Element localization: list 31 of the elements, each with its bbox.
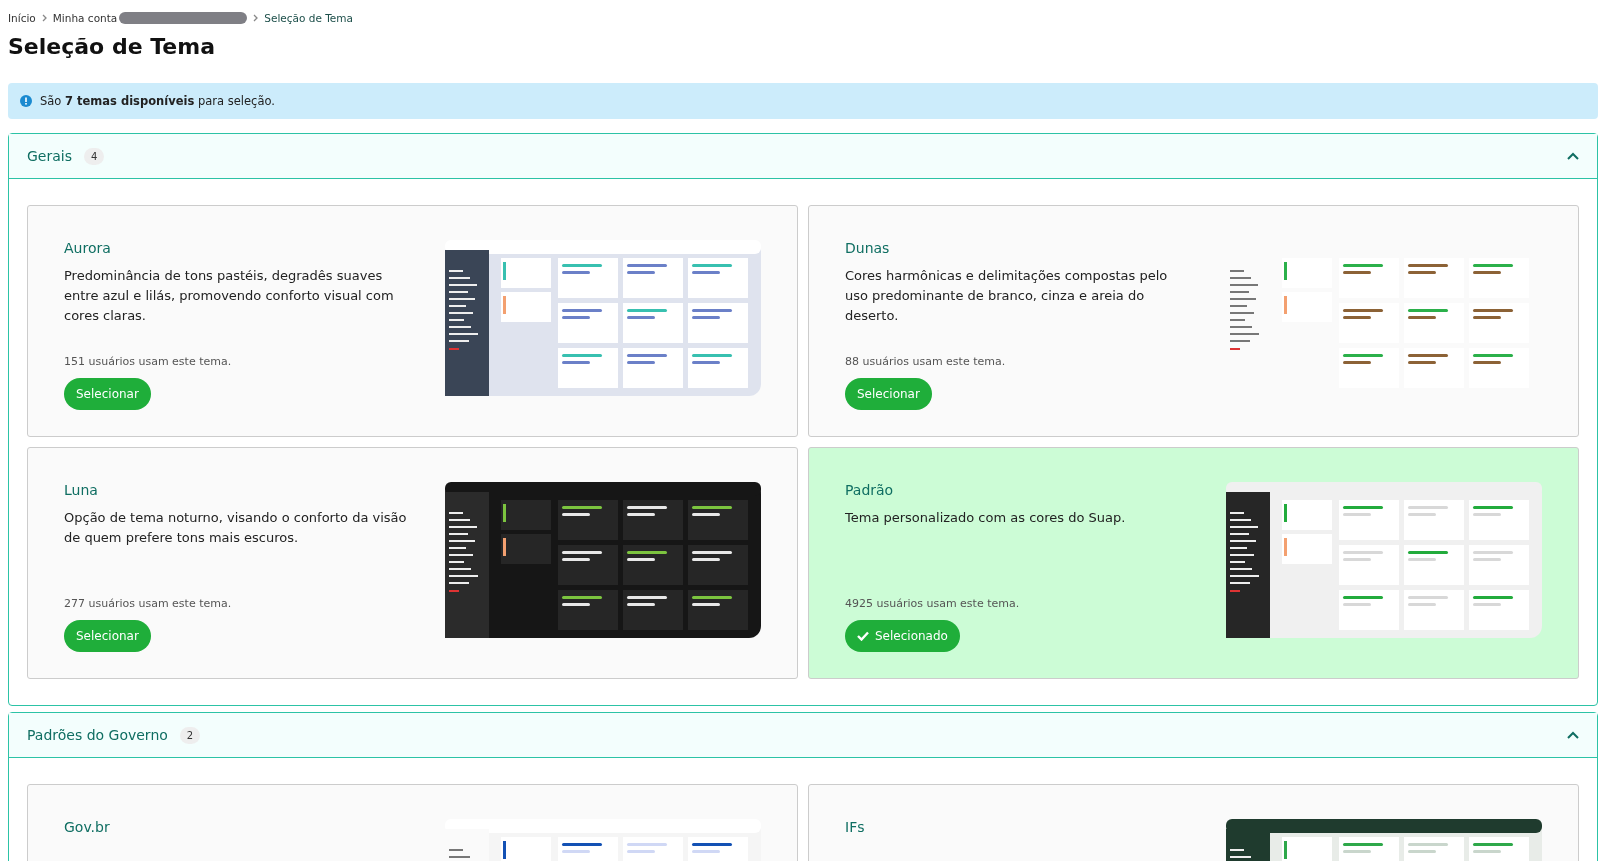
usage-count: 88 usuários usam este tema. — [845, 355, 1007, 368]
theme-description: Opção de tema noturno, visando o conforto da visão de quem prefere tons mais escuros. — [64, 509, 408, 547]
section-title: Gerais — [27, 148, 72, 164]
info-icon — [20, 95, 32, 107]
usage-count: 277 usuários usam este tema. — [64, 597, 233, 610]
theme-name: Aurora — [64, 240, 112, 256]
breadcrumb-link[interactable]: Minha conta — [52, 12, 118, 24]
section-header[interactable]: Gerais 4 — [9, 134, 1597, 179]
theme-name: Padrão — [845, 482, 895, 498]
page-title: Seleção de Tema — [8, 34, 216, 59]
count-badge: 2 — [179, 726, 201, 744]
info-text: São 7 temas disponíveis para seleção. — [40, 94, 275, 108]
theme-description: Predominância de tons pastéis, degradês suaves entre azul e lilás, promovendo conforto visual com cores claras. — [64, 267, 395, 325]
theme-name: IFs — [845, 819, 866, 835]
section-title: Padrões do Governo — [27, 727, 168, 743]
theme-name: Luna — [64, 482, 99, 498]
section-header[interactable]: Padrões do Governo 2 — [9, 713, 1597, 758]
chevron-up-icon[interactable] — [1567, 731, 1579, 739]
usage-count: 4925 usuários usam este tema. — [845, 597, 1021, 610]
check-icon — [857, 631, 869, 641]
breadcrumb-link[interactable]: Início — [8, 12, 36, 24]
theme-description: Tema personalizado com as cores do Suap. — [845, 509, 1127, 527]
count-badge: 4 — [84, 147, 105, 165]
theme-name: Gov.br — [64, 819, 111, 835]
breadcrumb-link[interactable]: Seleção de Tema — [264, 12, 353, 24]
chevron-up-icon[interactable] — [1567, 152, 1579, 160]
theme-name: Dunas — [845, 240, 891, 256]
usage-count: 151 usuários usam este tema. — [64, 355, 233, 368]
chevron-right-icon — [253, 14, 259, 22]
theme-description: Cores harmônicas e delimitações compostas pelo uso predominante de branco, cinza e areia do deserto. — [845, 267, 1169, 325]
chevron-right-icon — [41, 14, 47, 22]
